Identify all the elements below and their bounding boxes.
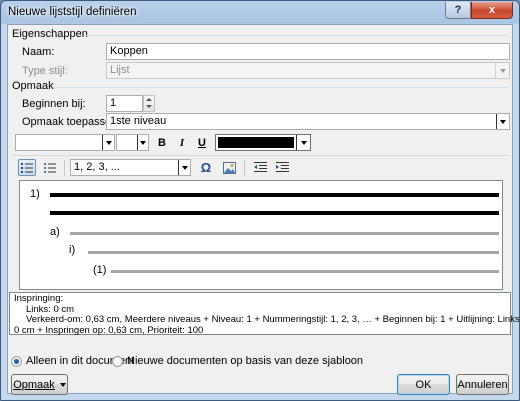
opmaak-button-label: Opmaak <box>13 378 55 391</box>
stepper-up-icon[interactable] <box>144 96 154 103</box>
title-bar[interactable]: Nieuwe lijststijl definiëren ? x <box>1 1 519 25</box>
italic-button[interactable]: I <box>173 134 191 151</box>
section-eigenschappen: Eigenschappen <box>12 28 88 40</box>
help-button[interactable]: ? <box>445 2 471 19</box>
chevron-down-icon[interactable] <box>178 160 190 175</box>
description-line: 0 cm + Inspringen op: 0,63 cm, Prioritei… <box>14 324 204 336</box>
decrease-indent-button[interactable] <box>251 159 269 176</box>
section-opmaak: Opmaak <box>12 80 54 92</box>
description-line: Inspringing: <box>14 293 64 304</box>
chevron-down-icon <box>495 63 509 78</box>
insert-symbol-button[interactable]: Ω <box>197 159 215 176</box>
naam-label: Naam: <box>22 46 55 58</box>
numbered-list-button[interactable] <box>18 159 36 176</box>
numbering-style-value: 1, 2, 3, ... <box>74 161 120 173</box>
beginnen-bij-input[interactable]: 1 <box>106 95 143 112</box>
preview-level1-number: 1) <box>30 188 40 200</box>
dialog-body: Eigenschappen Naam: Koppen Type stijl: L… <box>7 24 520 395</box>
section-divider <box>54 87 508 88</box>
preview-level1-line <box>50 211 499 215</box>
radio-nieuwe-documenten[interactable]: Nieuwe documenten op basis van deze sjab… <box>112 355 363 367</box>
preview-level3-line <box>88 251 499 254</box>
font-color-swatch <box>218 137 294 148</box>
bulleted-list-button[interactable] <box>41 159 59 176</box>
annuleren-button[interactable]: Annuleren <box>456 374 509 395</box>
dialog-window: Nieuwe lijststijl definiëren ? x Eigensc… <box>0 0 520 401</box>
style-description: Inspringing: Links: 0 cm Verkeerd-om: 0,… <box>9 292 520 336</box>
decrease-indent-icon <box>253 162 267 172</box>
preview-level4-line <box>111 270 499 273</box>
radio-nieuwe-documenten-label: Nieuwe documenten op basis van deze sjab… <box>127 355 364 367</box>
close-button[interactable]: x <box>471 2 513 19</box>
list-preview: 1) a) i) (1) <box>19 180 503 290</box>
preview-level2-number: a) <box>50 226 60 238</box>
underline-button[interactable]: U <box>193 134 211 151</box>
increase-indent-button[interactable] <box>273 159 291 176</box>
chevron-down-icon <box>59 382 66 387</box>
bold-button[interactable]: B <box>153 134 171 151</box>
toolbar-separator <box>244 160 245 176</box>
radio-selected-icon[interactable] <box>11 355 22 367</box>
numbering-style-select[interactable]: 1, 2, 3, ... <box>70 159 191 176</box>
type-stijl-value: Lijst <box>110 64 130 76</box>
font-color-picker[interactable] <box>215 134 311 151</box>
toolbar-separator <box>64 160 65 176</box>
description-line: Verkeerd-om: 0,63 cm, Meerdere niveaus +… <box>26 314 520 325</box>
chevron-down-icon[interactable] <box>296 135 310 150</box>
preview-level3-number: i) <box>69 244 76 256</box>
increase-indent-icon <box>275 162 289 172</box>
preview-level2-line <box>70 232 499 235</box>
font-name-select[interactable] <box>15 134 115 151</box>
toolbar-divider <box>12 155 510 156</box>
section-eigenschappen-title: Eigenschappen <box>12 28 88 40</box>
ok-button[interactable]: OK <box>397 374 450 395</box>
radio-unselected-icon[interactable] <box>112 355 123 367</box>
preview-level4-number: (1) <box>93 264 107 276</box>
picture-icon <box>222 161 236 174</box>
beginnen-bij-stepper[interactable] <box>143 95 155 112</box>
font-size-select[interactable] <box>116 134 149 151</box>
preview-level1-line <box>50 193 499 197</box>
type-stijl-label: Type stijl: <box>22 65 68 77</box>
insert-picture-button[interactable] <box>220 159 238 176</box>
type-stijl-select: Lijst <box>106 62 510 79</box>
opmaak-dropdown-button[interactable]: Opmaak <box>11 374 68 395</box>
chevron-down-icon[interactable] <box>102 135 114 150</box>
section-opmaak-title: Opmaak <box>12 80 54 92</box>
beginnen-bij-label: Beginnen bij: <box>22 98 86 110</box>
omega-icon: Ω <box>200 160 212 175</box>
title-buttons: ? x <box>445 2 513 19</box>
section-divider <box>84 35 508 36</box>
toepassen-op-select[interactable]: 1ste niveau <box>106 113 510 130</box>
chevron-down-icon[interactable] <box>137 135 148 150</box>
bulleted-list-icon <box>44 163 56 173</box>
window-title: Nieuwe lijststijl definiëren <box>8 6 137 18</box>
numbered-list-icon <box>21 163 33 173</box>
chevron-down-icon[interactable] <box>496 114 509 129</box>
naam-input[interactable]: Koppen <box>106 43 510 60</box>
toepassen-op-value: 1ste niveau <box>110 115 167 127</box>
stepper-down-icon[interactable] <box>144 103 154 110</box>
